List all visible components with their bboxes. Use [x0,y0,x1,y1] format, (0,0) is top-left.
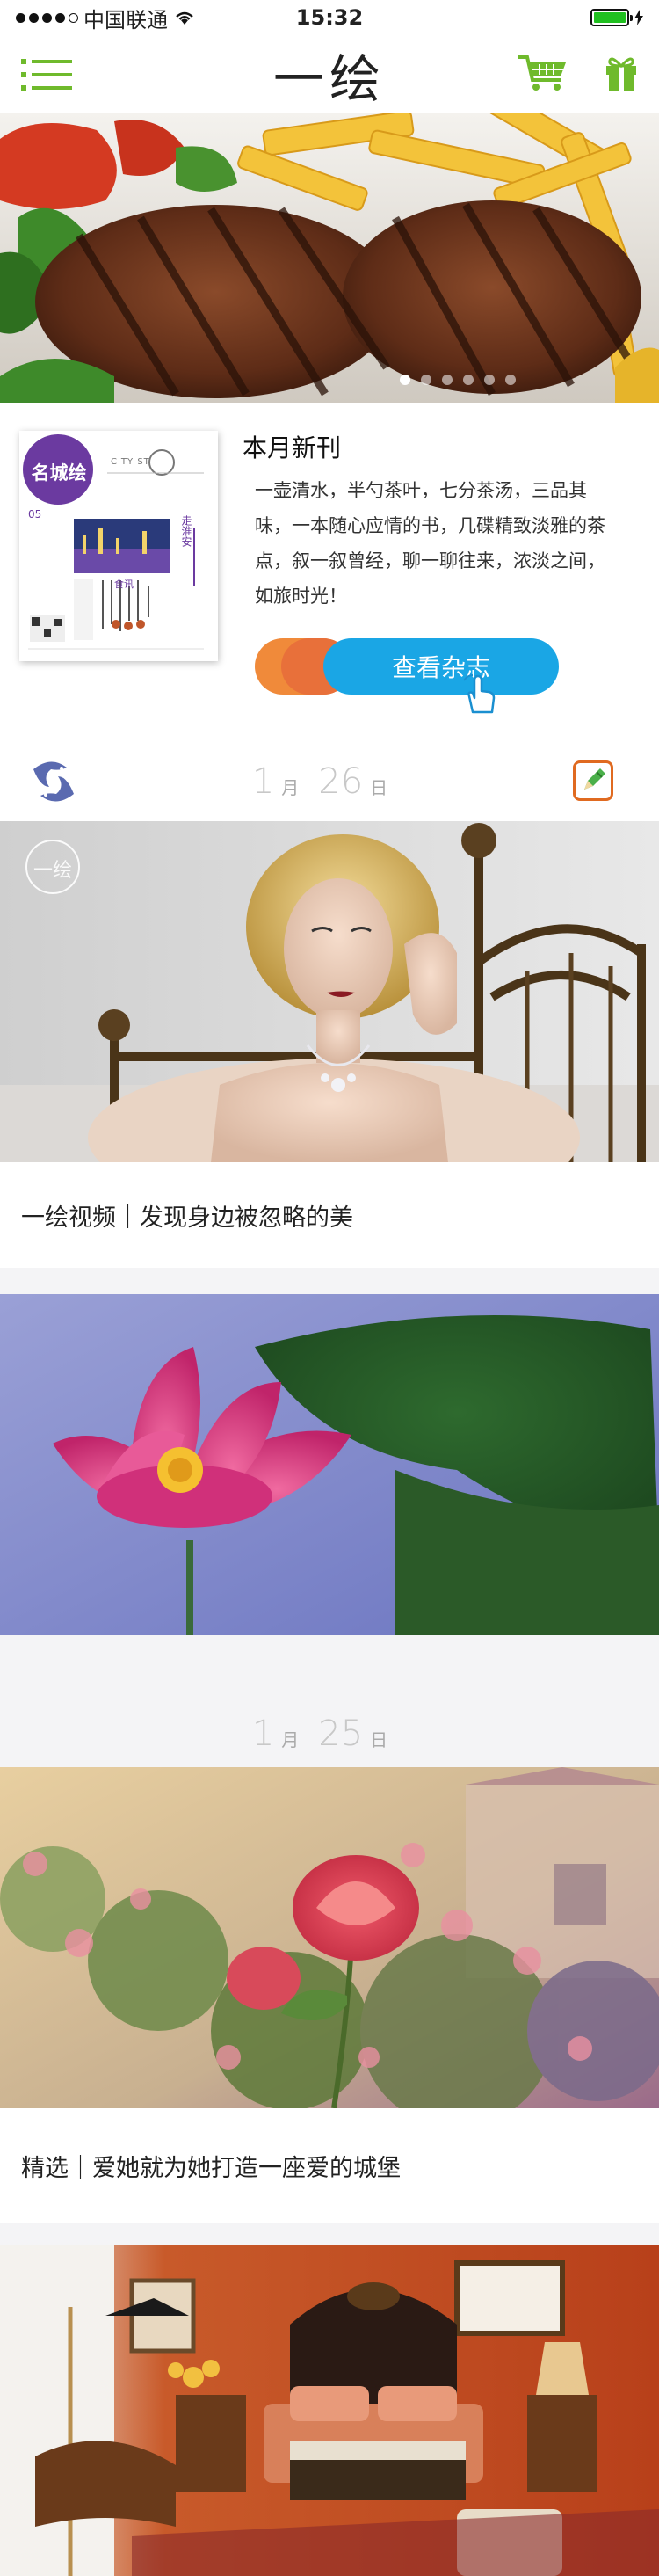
date-month-unit: 月 [281,1728,300,1750]
nav-bar: 一绘 [0,35,659,114]
date-label-2: 1 月 25 日 [0,1707,659,1760]
section-divider [0,1268,659,1294]
article-photo-woman [0,821,659,1162]
cover-header: CITY ST [111,457,150,467]
article-image-4[interactable] [0,2245,659,2576]
cart-icon [518,55,566,91]
nav-actions [517,54,638,96]
article-caption-1[interactable]: 一绘视频｜发现身边被忽略的美 [0,1162,659,1268]
gift-icon [606,57,636,91]
new-issue-section: 名城绘 CITY ST 05 走淮安 食讯 本月新刊 一壶清水，半勺茶叶，七分茶… [0,403,659,746]
carrier-label: 中国联通 [83,7,168,33]
cover-badge: 名城绘 [31,462,87,484]
menu-button[interactable] [21,48,74,101]
article-caption-2[interactable]: 精选｜爱她就为她打造一座爱的城堡 [0,2108,659,2223]
date-row-1: 1 月 26 日 [0,752,659,813]
pencil-icon [584,768,605,790]
magazine-description: 一壶清水，半勺茶叶，七分茶汤，三品其味，一本随心应情的书，几碟精致淡雅的茶点，叙… [255,480,605,607]
watermark-logo: 一绘 [33,860,72,882]
charging-icon [634,10,643,25]
date-month: 1 [251,1714,275,1754]
view-magazine-button[interactable]: 查看杂志 [323,638,559,695]
date-month-unit: 月 [281,776,300,798]
cover-side-text-2: 食讯 [114,579,134,590]
article-title-2: 精选｜爱她就为她打造一座爱的城堡 [21,2154,401,2182]
article-image-2[interactable] [0,1294,659,1635]
date-label-1: 1 月 26 日 [0,755,659,808]
article-image-1[interactable]: 一绘 [0,821,659,1162]
menu-icon [21,59,72,91]
section-divider [0,2223,659,2245]
hero-banner[interactable] [0,113,659,403]
section-title: 本月新刊 [243,433,342,462]
battery-icon [590,9,643,26]
view-magazine-control: 查看杂志 [255,638,559,714]
article-image-3[interactable] [0,1767,659,2108]
article-photo-roses [0,1767,659,2108]
hero-pager[interactable] [400,375,516,385]
date-month: 1 [251,761,275,802]
hero-image [0,113,659,403]
write-button[interactable] [573,760,613,801]
date-day: 25 [318,1714,364,1754]
article-photo-lotus [0,1294,659,1635]
status-left: 中国联通 [16,3,196,33]
magazine-cover[interactable]: 名城绘 CITY ST 05 走淮安 食讯 [19,431,218,661]
gift-button[interactable] [605,54,638,96]
date-day-unit: 日 [370,776,388,798]
article-photo-bedroom [0,2245,659,2576]
status-bar: 中国联通 15:32 [0,0,659,35]
tap-hand-icon [463,674,496,714]
cover-issue: 05 [28,508,42,520]
signal-icon [16,12,78,23]
date-day-unit: 日 [370,1728,388,1750]
cover-side-text-1: 走淮安 [180,515,192,547]
wifi-icon [176,11,193,25]
date-day: 26 [318,761,364,802]
article-title-1: 一绘视频｜发现身边被忽略的美 [21,1204,353,1232]
cart-button[interactable] [517,54,569,96]
